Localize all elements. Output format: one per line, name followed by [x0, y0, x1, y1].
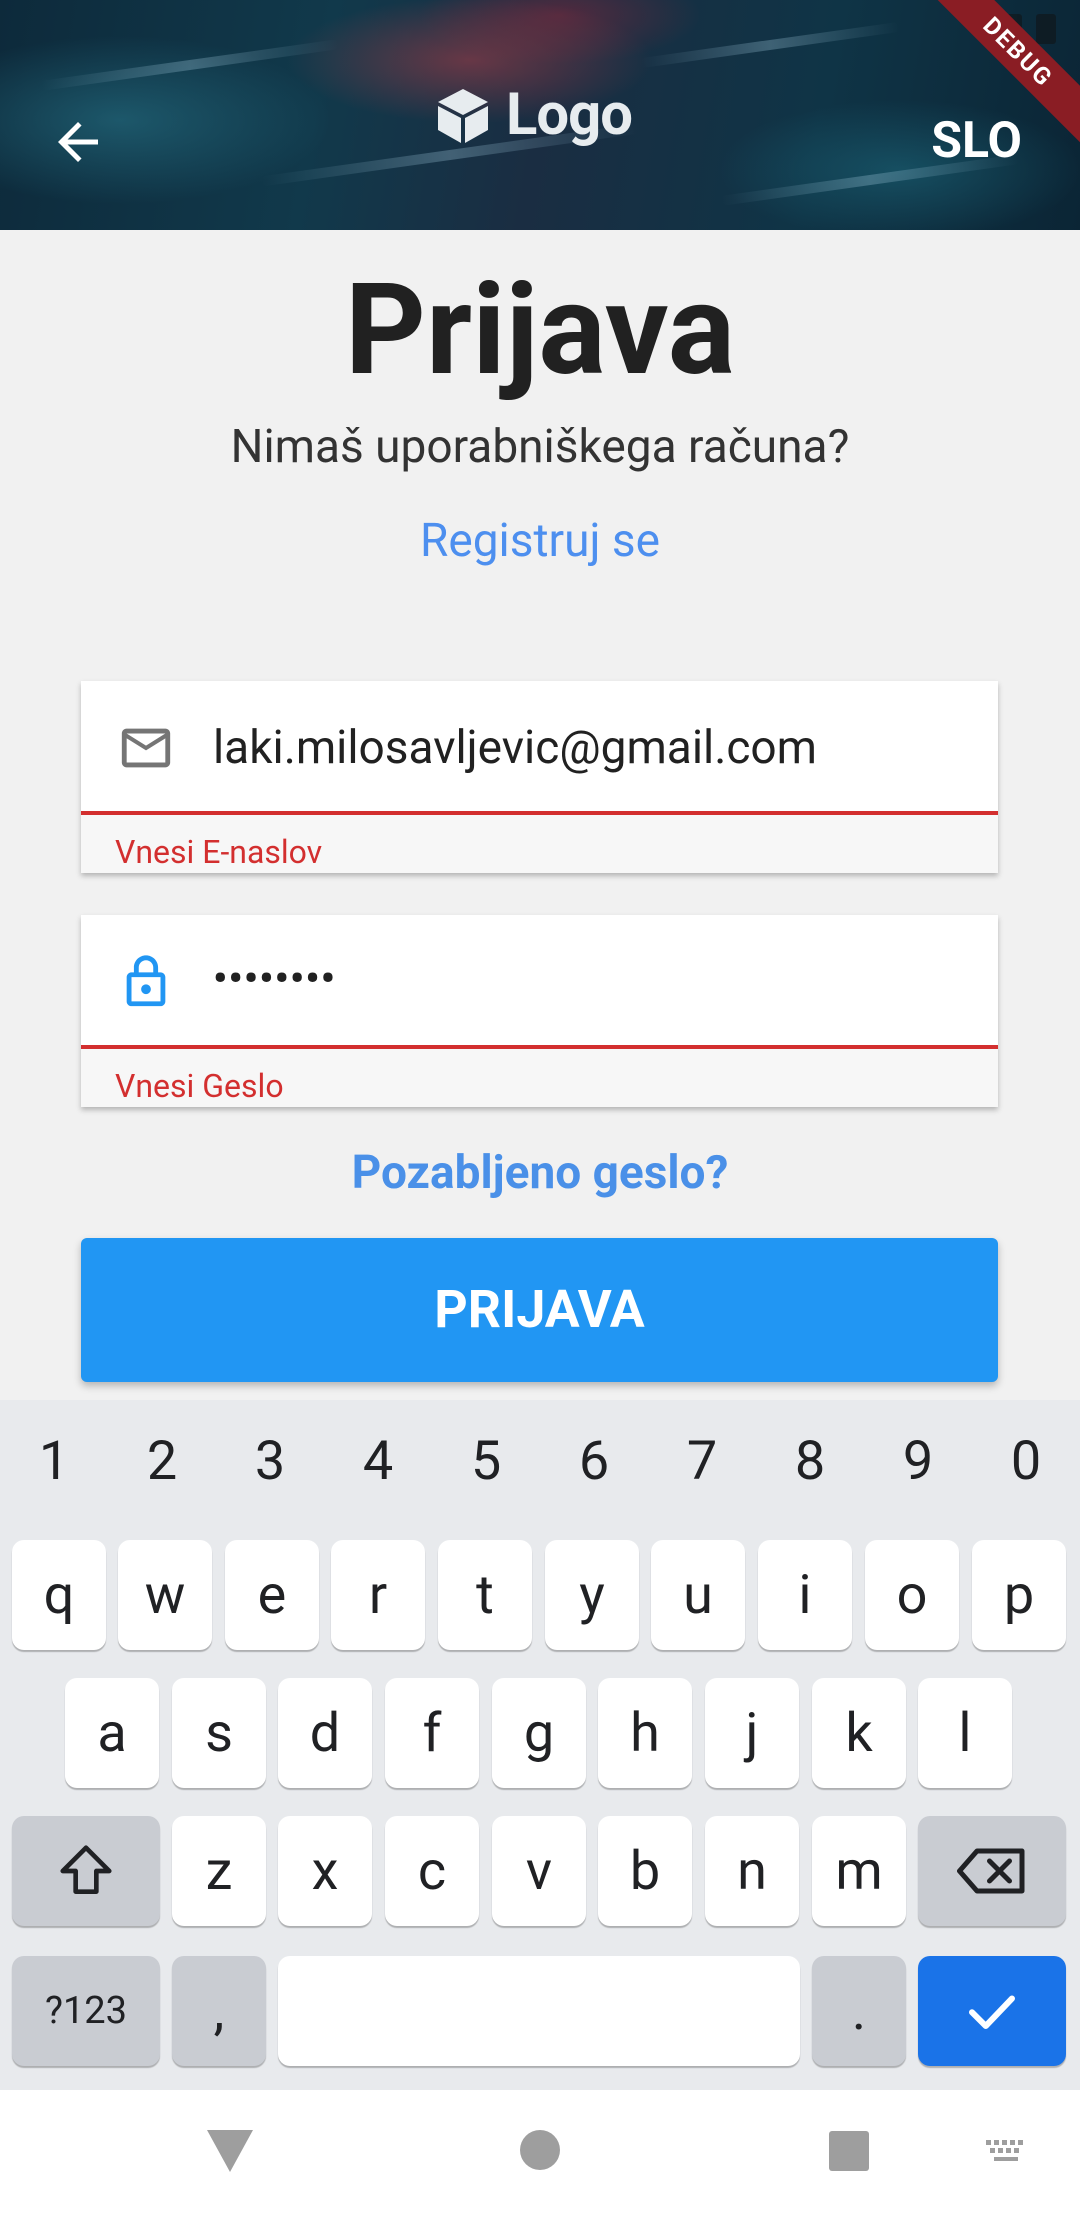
key-d[interactable]: d — [278, 1678, 372, 1788]
app-header: Logo SLO DEBUG — [0, 0, 1080, 230]
key-k[interactable]: k — [812, 1678, 906, 1788]
key-a[interactable]: a — [65, 1678, 159, 1788]
key-e[interactable]: e — [225, 1540, 319, 1650]
email-field[interactable]: laki.milosavljevic@gmail.com Vnesi E-nas… — [81, 681, 998, 873]
backspace-icon — [957, 1848, 1025, 1894]
key-x[interactable]: x — [278, 1816, 372, 1926]
email-error-text: Vnesi E-naslov — [115, 833, 323, 871]
keyboard-switch-icon[interactable] — [984, 2138, 1028, 2168]
backspace-key[interactable] — [918, 1816, 1066, 1926]
period-key[interactable]: . — [812, 1956, 906, 2066]
key-2[interactable]: 2 — [108, 1430, 216, 1493]
key-7[interactable]: 7 — [648, 1430, 756, 1493]
email-value[interactable]: laki.milosavljevic@gmail.com — [213, 721, 817, 775]
key-b[interactable]: b — [598, 1816, 692, 1926]
nav-back-icon[interactable] — [205, 2128, 255, 2174]
key-o[interactable]: o — [865, 1540, 959, 1650]
key-g[interactable]: g — [492, 1678, 586, 1788]
key-t[interactable]: t — [438, 1540, 532, 1650]
key-v[interactable]: v — [492, 1816, 586, 1926]
header-decoration — [640, 21, 900, 69]
key-8[interactable]: 8 — [756, 1430, 864, 1493]
mail-icon — [121, 728, 171, 768]
key-4[interactable]: 4 — [324, 1430, 432, 1493]
password-value[interactable]: •••••••• — [213, 955, 336, 1002]
back-arrow-icon[interactable] — [48, 112, 108, 172]
nav-recents-icon[interactable] — [828, 2130, 870, 2172]
checkmark-icon — [969, 1995, 1015, 2029]
key-9[interactable]: 9 — [864, 1430, 972, 1493]
key-6[interactable]: 6 — [540, 1430, 648, 1493]
key-w[interactable]: w — [118, 1540, 212, 1650]
password-field[interactable]: •••••••• Vnesi Geslo — [81, 915, 998, 1107]
language-button[interactable]: SLO — [931, 112, 1022, 170]
password-input-area[interactable]: •••••••• — [81, 915, 998, 1049]
key-r[interactable]: r — [331, 1540, 425, 1650]
key-0[interactable]: 0 — [972, 1430, 1080, 1493]
key-j[interactable]: j — [705, 1678, 799, 1788]
forgot-password-link[interactable]: Pozabljeno geslo? — [0, 1146, 1080, 1200]
key-q[interactable]: q — [12, 1540, 106, 1650]
enter-key[interactable] — [918, 1956, 1066, 2066]
key-l[interactable]: l — [918, 1678, 1012, 1788]
key-3[interactable]: 3 — [216, 1430, 324, 1493]
shift-key[interactable] — [12, 1816, 160, 1926]
key-y[interactable]: y — [545, 1540, 639, 1650]
key-n[interactable]: n — [705, 1816, 799, 1926]
key-c[interactable]: c — [385, 1816, 479, 1926]
logo: Logo — [434, 80, 633, 150]
key-h[interactable]: h — [598, 1678, 692, 1788]
password-error-text: Vnesi Geslo — [115, 1067, 284, 1105]
shift-icon — [60, 1845, 112, 1894]
key-s[interactable]: s — [172, 1678, 266, 1788]
keyboard-number-row: 1 2 3 4 5 6 7 8 9 0 — [0, 1430, 1080, 1493]
key-m[interactable]: m — [812, 1816, 906, 1926]
key-5[interactable]: 5 — [432, 1430, 540, 1493]
space-key[interactable] — [278, 1956, 800, 2066]
logo-cube-icon — [438, 89, 488, 143]
key-1[interactable]: 1 — [0, 1430, 108, 1493]
header-decoration — [40, 39, 340, 91]
page-title: Prijava — [344, 256, 736, 404]
comma-key[interactable]: , — [172, 1956, 266, 2066]
key-i[interactable]: i — [758, 1540, 852, 1650]
login-button[interactable]: PRIJAVA — [81, 1238, 998, 1382]
key-p[interactable]: p — [972, 1540, 1066, 1650]
symbols-key[interactable]: ?123 — [12, 1956, 160, 2066]
logo-text: Logo — [506, 81, 633, 149]
key-z[interactable]: z — [172, 1816, 266, 1926]
soft-keyboard: 1 2 3 4 5 6 7 8 9 0 q w e r t y u i o p … — [0, 1400, 1080, 2090]
lock-icon — [126, 955, 166, 1007]
system-navigation-bar — [0, 2090, 1080, 2220]
key-f[interactable]: f — [385, 1678, 479, 1788]
register-link[interactable]: Registruj se — [0, 514, 1080, 568]
nav-home-icon[interactable] — [518, 2128, 562, 2172]
email-input-area[interactable]: laki.milosavljevic@gmail.com — [81, 681, 998, 815]
key-u[interactable]: u — [651, 1540, 745, 1650]
no-account-text: Nimaš uporabniškega računa? — [230, 420, 850, 474]
battery-icon — [1036, 14, 1056, 44]
